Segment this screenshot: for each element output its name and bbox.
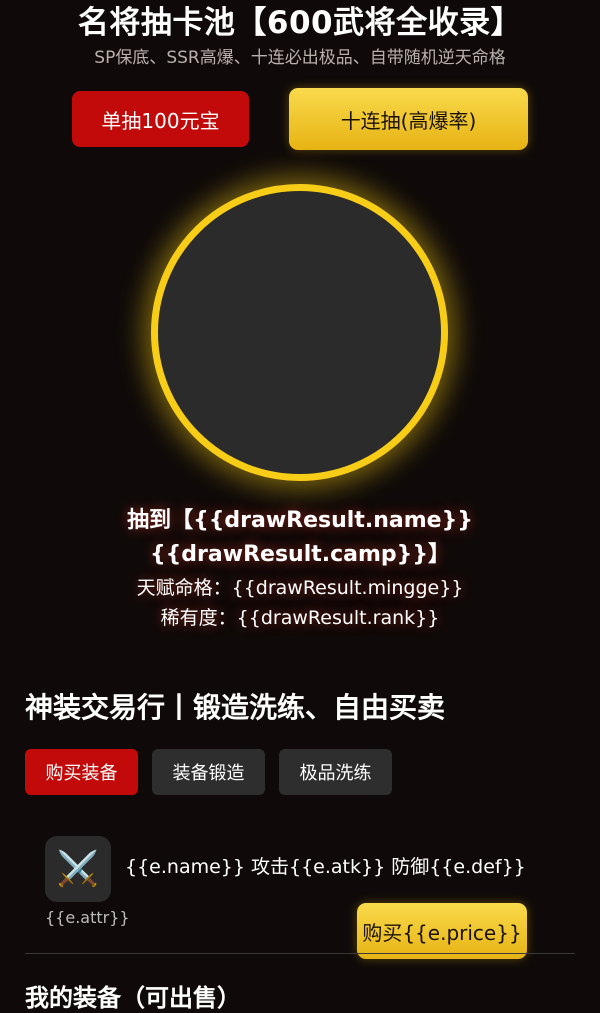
single-draw-button[interactable]: 单抽100元宝: [72, 91, 249, 147]
buy-item-button[interactable]: 购买{{e.price}}: [357, 903, 527, 959]
page-subtitle: SP保底、SSR高爆、十连必出极品、自带随机逆天命格: [94, 48, 506, 68]
list-divider: [25, 953, 575, 954]
draw-result-mingge: 天赋命格：{{drawResult.mingge}}: [136, 577, 464, 599]
tab-forge-equipment[interactable]: 装备锻造: [152, 749, 265, 795]
tab-refine-equipment[interactable]: 极品洗练: [279, 749, 392, 795]
draw-result-camp: {{drawResult.camp}}】: [149, 542, 450, 567]
my-equipment-section-title: 我的装备（可出售）: [25, 984, 241, 1012]
tab-buy-equipment[interactable]: 购买装备: [25, 749, 138, 795]
draw-card-circle: [151, 184, 448, 481]
draw-result-rank: 稀有度：{{drawResult.rank}}: [160, 607, 440, 629]
market-section-title: 神装交易行丨锻造洗练、自由买卖: [25, 691, 446, 724]
page-title: 名将抽卡池【600武将全收录】: [77, 5, 523, 41]
ten-draw-button[interactable]: 十连抽(高爆率): [289, 88, 528, 150]
crossed-swords-icon: ⚔️: [45, 836, 111, 902]
item-info: {{e.name}} 攻击{{e.atk}} 防御{{e.def}}: [125, 856, 526, 878]
draw-result-name: 抽到【{{drawResult.name}}: [127, 508, 473, 533]
item-attr: {{e.attr}}: [45, 908, 130, 927]
